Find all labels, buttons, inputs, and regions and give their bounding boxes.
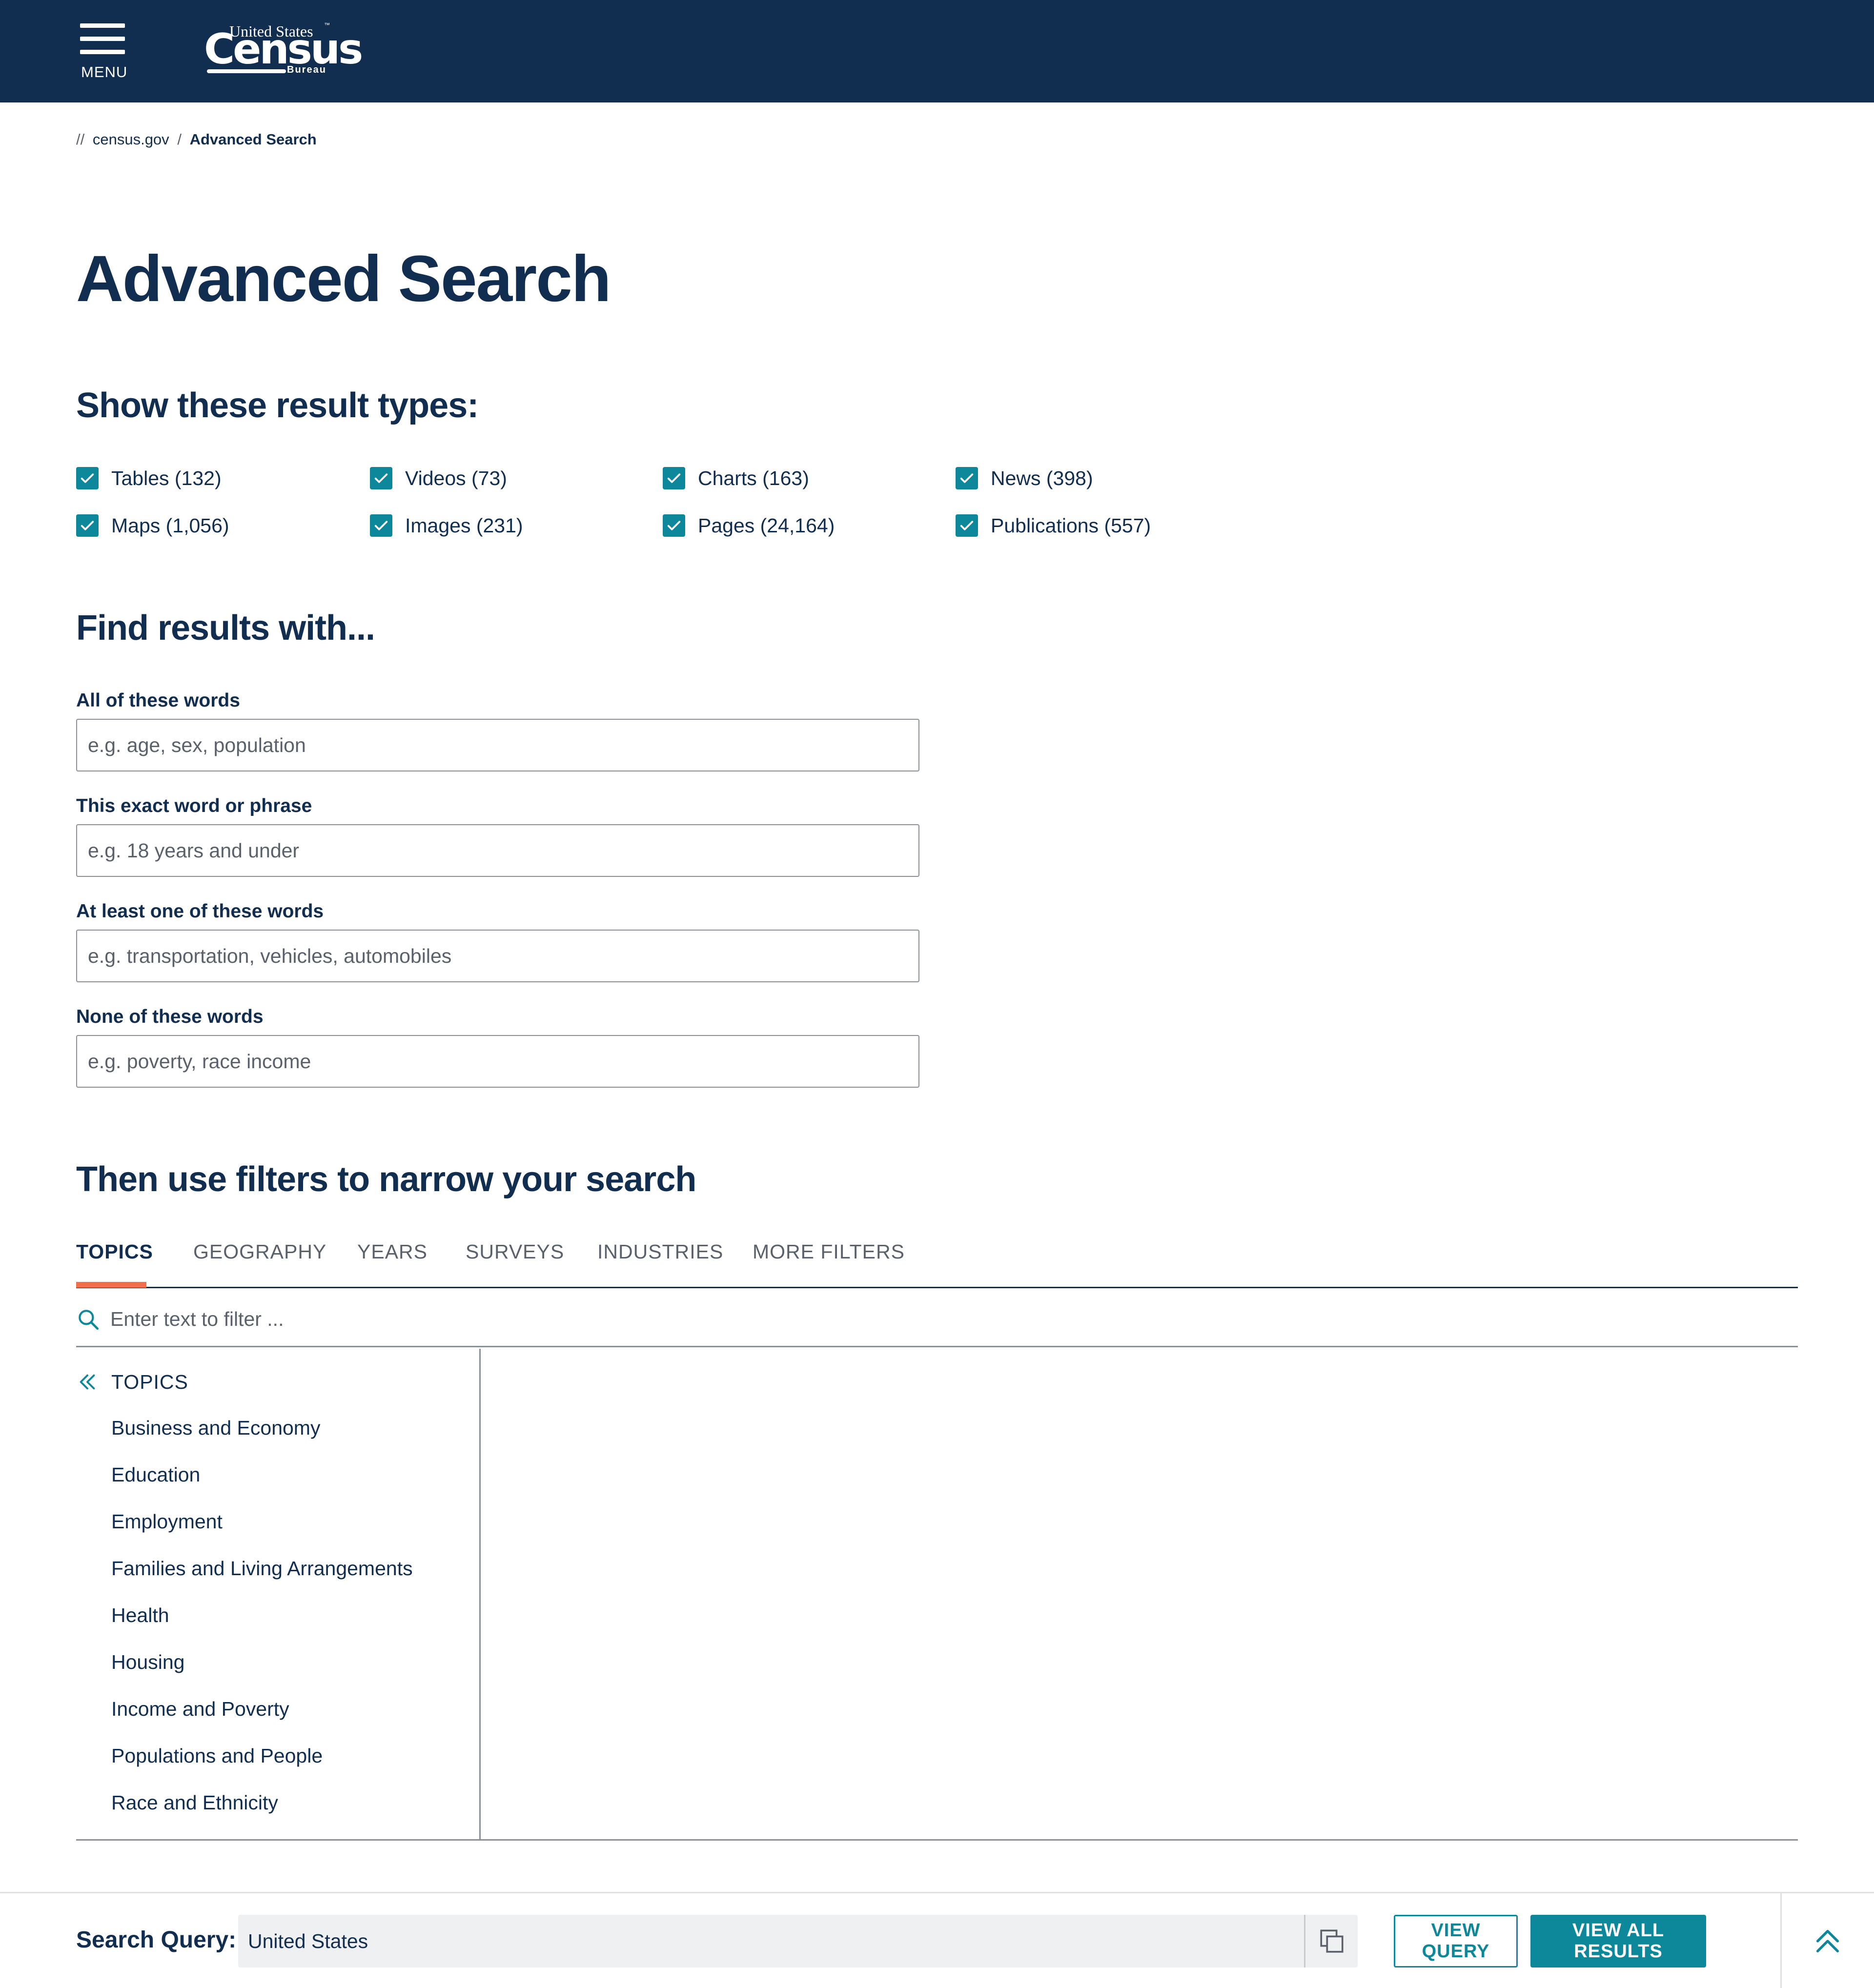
census-logo[interactable]: United States ™ Census Bureau [204,20,363,79]
view-all-results-button[interactable]: VIEW ALL RESULTS [1530,1915,1706,1968]
topic-families[interactable]: Families and Living Arrangements [111,1545,413,1592]
checkbox-label: Charts (163) [698,467,809,489]
hamburger-icon-bar [80,50,125,54]
bottom-bar-divider [1780,1893,1782,1988]
breadcrumb-marker: // [76,131,85,148]
double-chevron-left-icon[interactable] [76,1371,99,1393]
logo-census: Census [204,25,363,74]
checkbox-label: Images (231) [405,514,523,537]
view-query-button[interactable]: VIEW QUERY [1394,1915,1518,1968]
topics-panel-divider [479,1349,481,1841]
breadcrumb-separator: / [177,131,182,148]
exact-phrase-label: This exact word or phrase [76,795,312,816]
topic-filter-input[interactable] [110,1299,1770,1339]
topic-income-and-poverty[interactable]: Income and Poverty [111,1685,413,1732]
any-words-label: At least one of these words [76,901,324,922]
topic-list: Business and Economy Education Employmen… [111,1404,413,1826]
copy-icon [1320,1929,1344,1953]
all-words-label: All of these words [76,690,240,711]
checkbox-label: Videos (73) [405,467,507,489]
find-results-heading: Find results with... [76,609,375,648]
checkbox-pages[interactable]: Pages (24,164) [663,511,835,540]
tab-more-filters[interactable]: MORE FILTERS [753,1235,905,1287]
topic-employment[interactable]: Employment [111,1498,413,1545]
menu-button[interactable]: MENU [77,23,131,81]
page-title: Advanced Search [76,243,611,315]
checkbox-charts[interactable]: Charts (163) [663,464,809,493]
checkbox-checked-icon [370,514,392,537]
tab-geography[interactable]: GEOGRAPHY [193,1235,326,1287]
checkbox-label: Pages (24,164) [698,514,835,537]
copy-query-button[interactable] [1304,1915,1358,1968]
tab-label: MORE FILTERS [753,1240,905,1263]
topic-business-and-economy[interactable]: Business and Economy [111,1404,413,1451]
topics-breadcrumb: TOPICS [76,1367,188,1397]
tab-label: SURVEYS [466,1240,565,1263]
checkbox-label: Publications (557) [991,514,1151,537]
logo-underline [207,69,286,73]
topics-root-label: TOPICS [111,1370,188,1393]
checkbox-tables[interactable]: Tables (132) [76,464,222,493]
checkbox-checked-icon [76,467,99,489]
checkbox-publications[interactable]: Publications (557) [956,511,1151,540]
filters-heading: Then use filters to narrow your search [76,1160,696,1199]
all-words-input[interactable] [76,719,919,771]
search-query-bar: Search Query: VIEW QUERY VIEW ALL RESULT… [0,1892,1874,1988]
tab-topics[interactable]: TOPICS [76,1235,153,1288]
tab-label: INDUSTRIES [597,1240,724,1263]
search-icon [79,1310,99,1330]
filter-tabs: TOPICS GEOGRAPHY YEARS SURVEYS INDUSTRIE… [76,1235,1798,1288]
checkbox-checked-icon [663,467,685,489]
topic-race-and-ethnicity[interactable]: Race and Ethnicity [111,1779,413,1826]
topic-health[interactable]: Health [111,1592,413,1639]
checkbox-maps[interactable]: Maps (1,056) [76,511,229,540]
tab-label: YEARS [357,1240,428,1263]
breadcrumb-current: Advanced Search [189,131,317,148]
hamburger-icon [80,23,125,28]
result-types-heading: Show these result types: [76,386,479,425]
tab-years[interactable]: YEARS [357,1235,428,1287]
checkbox-checked-icon [370,467,392,489]
topic-housing[interactable]: Housing [111,1639,413,1685]
checkbox-videos[interactable]: Videos (73) [370,464,507,493]
tab-label: TOPICS [76,1240,153,1263]
checkbox-label: Tables (132) [111,467,222,489]
hamburger-icon-bar [80,37,125,41]
checkbox-label: News (398) [991,467,1093,489]
checkbox-checked-icon [76,514,99,537]
any-words-input[interactable] [76,930,919,982]
site-header: MENU United States ™ Census Bureau [0,0,1874,102]
checkbox-checked-icon [663,514,685,537]
tab-surveys[interactable]: SURVEYS [466,1235,564,1287]
search-query-box [238,1915,1358,1968]
topic-filter-row [76,1290,1798,1347]
checkbox-checked-icon [956,467,978,489]
checkbox-news[interactable]: News (398) [956,464,1093,493]
none-words-input[interactable] [76,1035,919,1088]
checkbox-label: Maps (1,056) [111,514,229,537]
breadcrumb: // census.gov / Advanced Search [76,131,317,148]
tab-label: GEOGRAPHY [193,1240,327,1263]
tab-industries[interactable]: INDUSTRIES [597,1235,723,1287]
breadcrumb-home-link[interactable]: census.gov [93,131,169,148]
topics-panel: TOPICS Business and Economy Education Em… [76,1349,1798,1841]
search-query-input[interactable] [248,1922,1297,1961]
none-words-label: None of these words [76,1006,264,1027]
scroll-to-top-icon[interactable] [1811,1923,1845,1957]
active-tab-indicator [76,1282,146,1288]
topic-populations-and-people[interactable]: Populations and People [111,1732,413,1779]
logo-bureau: Bureau [287,64,326,75]
exact-phrase-input[interactable] [76,824,919,877]
menu-label: MENU [81,63,128,81]
topic-education[interactable]: Education [111,1451,413,1498]
checkbox-checked-icon [956,514,978,537]
checkbox-images[interactable]: Images (231) [370,511,523,540]
search-query-label: Search Query: [76,1927,237,1953]
